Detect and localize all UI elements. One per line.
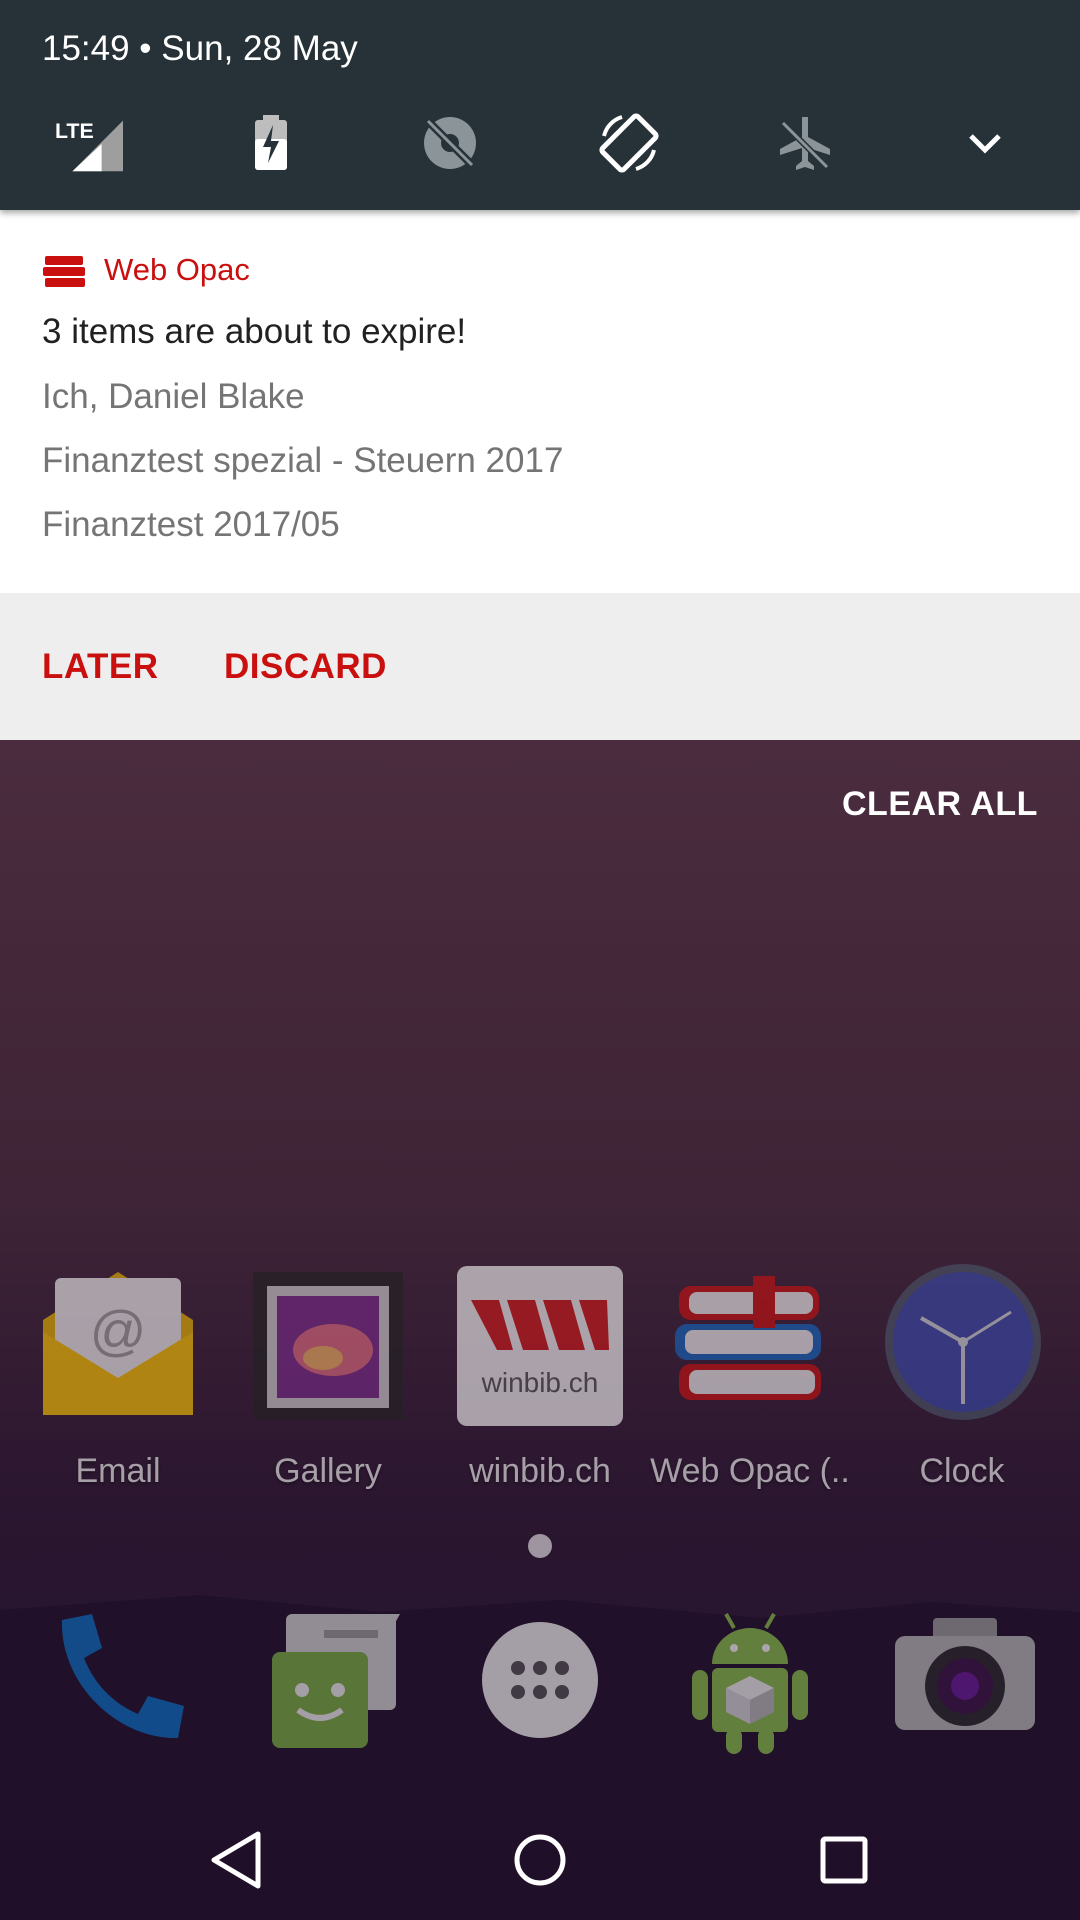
phone-icon[interactable] bbox=[40, 1600, 200, 1760]
home-icon bbox=[514, 1834, 566, 1886]
quick-settings-panel: 15:49 • Sun, 28 May LTE bbox=[0, 0, 1080, 210]
camera-icon[interactable] bbox=[885, 1600, 1045, 1760]
winbib-icon: winbib.ch bbox=[457, 1260, 623, 1426]
back-icon bbox=[211, 1831, 261, 1889]
app-label: Web Opac (.. bbox=[650, 1452, 850, 1490]
auto-rotate-icon[interactable] bbox=[594, 108, 664, 178]
notification-app-name: Web Opac bbox=[104, 252, 250, 287]
later-button[interactable]: LATER bbox=[42, 593, 159, 740]
recents-icon bbox=[820, 1836, 868, 1884]
expand-chevron-icon[interactable] bbox=[950, 108, 1020, 178]
location-off-icon[interactable] bbox=[415, 108, 485, 178]
notification-title: 3 items are about to expire! bbox=[42, 312, 467, 351]
app-drawer-icon[interactable] bbox=[460, 1600, 620, 1760]
winbib-logo-text: winbib.ch bbox=[481, 1367, 599, 1398]
back-button[interactable] bbox=[196, 1820, 276, 1900]
clock-icon bbox=[885, 1260, 1041, 1420]
navigation-bar bbox=[0, 1800, 1080, 1920]
notification-actions: LATER DISCARD bbox=[0, 593, 1080, 740]
home-apps-row: @ Email Gallery winbib.ch winbib.ch Web … bbox=[0, 1260, 1080, 1620]
time-date: 15:49 • Sun, 28 May bbox=[42, 29, 358, 68]
email-icon: @ bbox=[43, 1260, 193, 1420]
app-label: winbib.ch bbox=[469, 1452, 611, 1490]
lte-signal-icon[interactable]: LTE bbox=[53, 108, 123, 178]
page-indicator bbox=[528, 1534, 552, 1558]
battery-charging-icon[interactable] bbox=[236, 108, 306, 178]
app-label: Gallery bbox=[274, 1452, 382, 1490]
lte-label: LTE bbox=[55, 119, 94, 143]
web-opac-icon bbox=[675, 1260, 825, 1420]
android-icon[interactable] bbox=[670, 1600, 830, 1760]
app-label: Clock bbox=[919, 1452, 1005, 1490]
notification-line: Finanztest 2017/05 bbox=[42, 505, 340, 544]
notification-line: Finanztest spezial - Steuern 2017 bbox=[42, 441, 564, 480]
messaging-icon[interactable] bbox=[250, 1600, 410, 1760]
recents-button[interactable] bbox=[804, 1820, 884, 1900]
web-opac-small-icon bbox=[43, 254, 87, 290]
discard-button[interactable]: DISCARD bbox=[224, 593, 387, 740]
clear-all-button[interactable]: CLEAR ALL bbox=[842, 785, 1038, 824]
notification-line: Ich, Daniel Blake bbox=[42, 377, 305, 416]
gallery-icon bbox=[253, 1260, 403, 1422]
dock bbox=[0, 1600, 1080, 1780]
app-label: Email bbox=[75, 1452, 161, 1490]
airplane-mode-icon[interactable] bbox=[770, 108, 840, 178]
home-button[interactable] bbox=[500, 1820, 580, 1900]
svg-text:@: @ bbox=[90, 1299, 147, 1362]
